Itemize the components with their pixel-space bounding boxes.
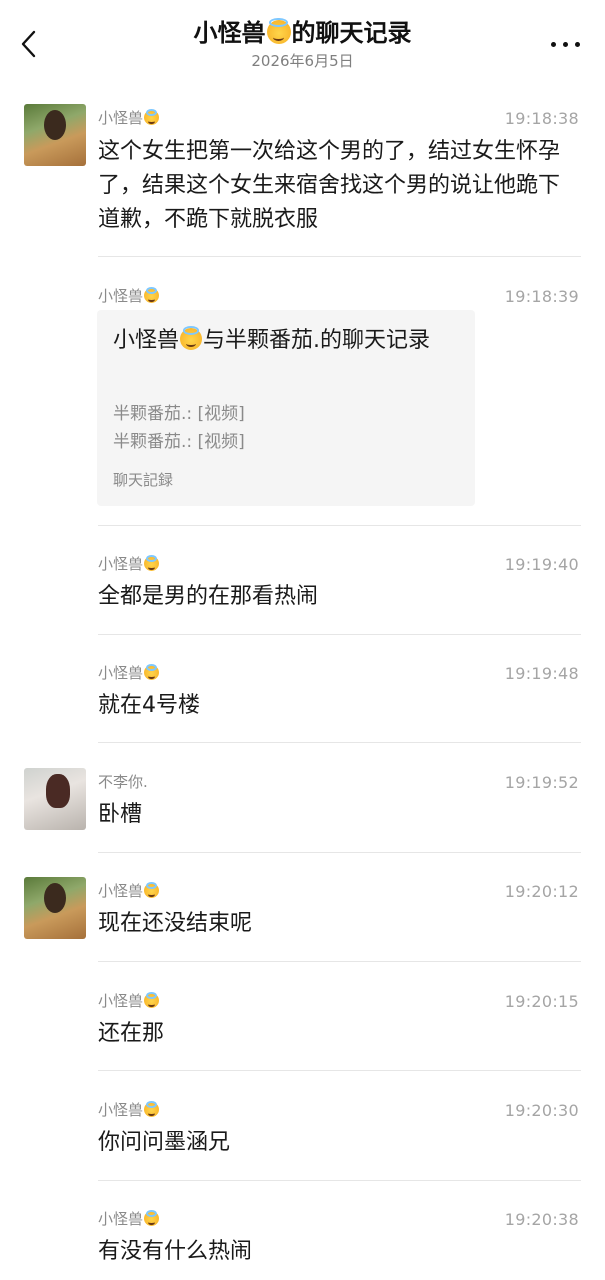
message-text: 就在4号楼	[98, 693, 200, 718]
message-time: 19:20:38	[504, 1210, 579, 1229]
halo-emoji-icon	[144, 286, 160, 304]
halo-emoji-icon	[144, 991, 160, 1009]
halo-emoji-icon	[144, 663, 160, 681]
halo-emoji-icon	[266, 17, 291, 45]
message-time: 19:19:52	[504, 773, 579, 792]
message-text: 卧槽	[98, 802, 143, 827]
message-text: 你问问墨涵兄	[98, 1130, 231, 1155]
title-block: 小怪兽 的聊天记录 2026年6月5日	[80, 16, 525, 72]
card-preview-line: 半颗番茄.: [视频]	[113, 404, 245, 424]
sender-name-text: 小怪兽	[98, 109, 144, 127]
page-date: 2026年6月5日	[251, 52, 354, 70]
sender-name: 小怪兽	[98, 1209, 160, 1229]
title-name: 小怪兽	[193, 19, 266, 47]
divider	[98, 1180, 581, 1181]
dot-icon	[551, 42, 556, 47]
sender-name: 小怪兽	[98, 108, 160, 128]
divider	[98, 256, 581, 257]
divider	[98, 525, 581, 526]
title-suffix: 的聊天记录	[291, 19, 412, 47]
message-text: 这个女生把第一次给这个男的了，结过女生怀孕了，结果这个女生来宿舍找这个男的说让他…	[98, 139, 561, 232]
back-button[interactable]	[14, 24, 46, 64]
card-title-name: 小怪兽	[113, 328, 180, 353]
sender-name: 小怪兽	[98, 286, 160, 306]
sender-name: 小怪兽	[98, 881, 160, 901]
sender-name-text: 小怪兽	[98, 992, 144, 1010]
message-time: 19:19:40	[504, 555, 579, 574]
sender-name: 小怪兽	[98, 554, 160, 574]
page-title: 小怪兽 的聊天记录	[80, 16, 525, 50]
message-text: 还在那	[98, 1021, 165, 1046]
divider	[98, 961, 581, 962]
sender-name-text: 小怪兽	[98, 555, 144, 573]
card-footer: 聊天記録	[113, 471, 174, 489]
sender-name: 不李你.	[98, 773, 148, 791]
chat-record-card[interactable]: 小怪兽 与半颗番茄.的聊天记录 半颗番茄.: [视频] 半颗番茄.: [视频] 聊…	[97, 310, 475, 506]
sender-name-text: 小怪兽	[98, 1101, 144, 1119]
avatar[interactable]	[24, 104, 86, 166]
sender-name-text: 小怪兽	[98, 287, 144, 305]
card-title: 小怪兽 与半颗番茄.的聊天记录	[113, 324, 445, 358]
halo-emoji-icon	[144, 881, 160, 899]
card-title-rest: 与半颗番茄.的聊天记录	[203, 328, 431, 353]
chevron-left-icon	[21, 30, 36, 58]
divider	[98, 852, 581, 853]
halo-emoji-icon	[180, 325, 203, 351]
divider	[98, 634, 581, 635]
message-text: 现在还没结束呢	[98, 911, 253, 936]
message-time: 19:20:30	[504, 1101, 579, 1120]
halo-emoji-icon	[144, 108, 160, 126]
sender-name-text: 小怪兽	[98, 882, 144, 900]
sender-name: 小怪兽	[98, 663, 160, 683]
halo-emoji-icon	[144, 554, 160, 572]
halo-emoji-icon	[144, 1209, 160, 1227]
dot-icon	[575, 42, 580, 47]
divider	[98, 742, 581, 743]
message-time: 19:18:39	[504, 287, 579, 306]
more-options-button[interactable]	[549, 30, 583, 58]
avatar[interactable]	[24, 877, 86, 939]
sender-name-text: 小怪兽	[98, 1210, 144, 1228]
message-text: 有没有什么热闹	[98, 1239, 253, 1264]
card-preview-line: 半颗番茄.: [视频]	[113, 432, 245, 452]
message-time: 19:20:12	[504, 882, 579, 901]
sender-name: 小怪兽	[98, 1100, 160, 1120]
message-text: 全都是男的在那看热闹	[98, 584, 319, 609]
avatar[interactable]	[24, 768, 86, 830]
chat-history-header: 小怪兽 的聊天记录 2026年6月5日	[0, 0, 605, 88]
sender-name: 小怪兽	[98, 991, 160, 1011]
halo-emoji-icon	[144, 1100, 160, 1118]
message-time: 19:20:15	[504, 992, 579, 1011]
divider	[98, 1070, 581, 1071]
message-time: 19:19:48	[504, 664, 579, 683]
message-time: 19:18:38	[504, 109, 579, 128]
sender-name-text: 小怪兽	[98, 664, 144, 682]
dot-icon	[563, 42, 568, 47]
